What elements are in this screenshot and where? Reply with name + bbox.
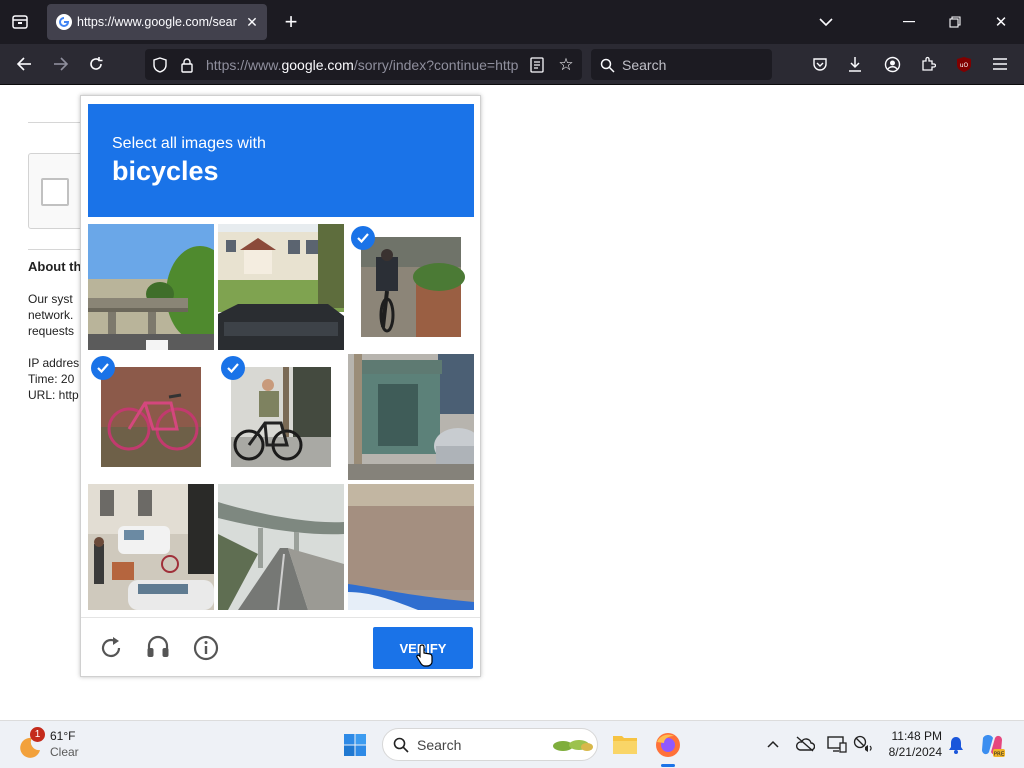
url-path: /sorry/index?continue=http bbox=[353, 57, 518, 73]
url-text[interactable]: https://www.google.com/sorry/index?conti… bbox=[206, 57, 518, 73]
notification-bell-icon[interactable] bbox=[946, 735, 966, 755]
search-placeholder: Search bbox=[622, 57, 667, 73]
ip-address-label: IP addres bbox=[28, 356, 80, 370]
tab-bar: https://www.google.com/sear ✕ + ✕ bbox=[0, 0, 1024, 44]
info-icon[interactable] bbox=[192, 634, 220, 662]
svg-text:uO: uO bbox=[960, 62, 969, 69]
tab-close-icon[interactable]: ✕ bbox=[243, 13, 261, 31]
recaptcha-checkbox[interactable] bbox=[41, 178, 69, 206]
bookmark-star-icon[interactable]: ☆ bbox=[555, 54, 577, 76]
recaptcha-challenge-dialog: Select all images with bicycles bbox=[80, 95, 481, 677]
clock-time: 11:48 PM bbox=[891, 729, 942, 743]
reload-icon[interactable] bbox=[84, 52, 108, 76]
tab-title: https://www.google.com/sear bbox=[77, 15, 237, 29]
weather-alert-badge: 1 bbox=[30, 727, 45, 742]
url-label: URL: http bbox=[28, 388, 79, 402]
image-tile-5[interactable] bbox=[218, 354, 344, 480]
recaptcha-widget[interactable] bbox=[28, 153, 88, 229]
image-tile-7[interactable] bbox=[88, 484, 214, 610]
search-bar[interactable]: Search bbox=[591, 49, 772, 80]
clock-date: 8/21/2024 bbox=[888, 745, 942, 759]
search-highlight-image-icon bbox=[551, 735, 595, 755]
time-label: Time: 20 bbox=[28, 372, 75, 386]
clock[interactable]: 11:48 PM 8/21/2024 bbox=[880, 728, 942, 762]
challenge-header: Select all images with bicycles bbox=[88, 104, 474, 217]
image-tile-9[interactable] bbox=[348, 484, 474, 610]
body-line-3: requests bbox=[28, 324, 75, 338]
show-hidden-icons-chevron-icon[interactable] bbox=[764, 735, 782, 753]
weather-widget[interactable]: 1 61°F Clear bbox=[14, 726, 104, 764]
body-line-2: network. bbox=[28, 308, 74, 322]
reader-view-icon[interactable] bbox=[527, 55, 547, 75]
image-tile-4[interactable] bbox=[88, 354, 214, 480]
display-settings-icon[interactable] bbox=[826, 734, 848, 754]
account-icon[interactable] bbox=[880, 52, 904, 76]
challenge-instruction: Select all images with bbox=[112, 135, 266, 152]
firefox-active-indicator bbox=[661, 764, 675, 767]
mid-divider bbox=[28, 249, 88, 250]
back-icon[interactable] bbox=[12, 52, 36, 76]
url-domain: google.com bbox=[281, 57, 354, 73]
url-prefix: https://www. bbox=[206, 57, 282, 73]
tile-3-selected-check-icon bbox=[351, 226, 375, 250]
tile-4-selected-check-icon bbox=[91, 356, 115, 380]
new-tab-icon[interactable]: + bbox=[279, 9, 303, 34]
restore-icon[interactable] bbox=[943, 10, 967, 34]
start-button[interactable] bbox=[343, 733, 367, 757]
tab-list-icon[interactable] bbox=[8, 10, 32, 34]
downloads-icon[interactable] bbox=[843, 52, 867, 76]
taskbar-search-label: Search bbox=[417, 737, 462, 753]
top-divider bbox=[28, 122, 88, 123]
search-icon bbox=[598, 56, 616, 74]
challenge-target: bicycles bbox=[112, 156, 219, 186]
body-line-1: Our syst bbox=[28, 292, 73, 306]
taskbar-search-box[interactable]: Search bbox=[382, 728, 598, 761]
reload-challenge-icon[interactable] bbox=[97, 634, 125, 662]
windows-taskbar: 1 61°F Clear Search 11:48 PM 8/21/2024 P… bbox=[0, 720, 1024, 768]
image-tile-1[interactable] bbox=[88, 224, 214, 350]
challenge-footer-divider bbox=[81, 617, 480, 618]
onedrive-offline-icon[interactable] bbox=[794, 734, 816, 754]
copilot-icon[interactable]: PRE bbox=[979, 732, 1005, 758]
image-tile-3[interactable] bbox=[348, 224, 474, 350]
network-volume-icon[interactable] bbox=[852, 734, 874, 754]
about-heading: About th bbox=[28, 259, 82, 274]
weather-description: Clear bbox=[50, 745, 79, 759]
image-tile-6[interactable] bbox=[348, 354, 474, 480]
tile-5-selected-check-icon bbox=[221, 356, 245, 380]
forward-icon[interactable] bbox=[49, 52, 73, 76]
url-bar[interactable]: https://www.google.com/sorry/index?conti… bbox=[145, 49, 582, 80]
extensions-icon[interactable] bbox=[916, 52, 940, 76]
menu-hamburger-icon[interactable] bbox=[988, 52, 1012, 76]
audio-challenge-icon[interactable] bbox=[144, 633, 172, 661]
pocket-icon[interactable] bbox=[808, 52, 832, 76]
navigation-toolbar: https://www.google.com/sorry/index?conti… bbox=[0, 44, 1024, 85]
file-explorer-icon[interactable] bbox=[612, 732, 638, 758]
taskbar-search-icon bbox=[392, 736, 410, 754]
browser-tab[interactable]: https://www.google.com/sear ✕ bbox=[47, 4, 267, 40]
image-tile-8[interactable] bbox=[218, 484, 344, 610]
tracking-protection-icon[interactable] bbox=[150, 55, 170, 75]
minimize-icon[interactable] bbox=[897, 10, 921, 34]
lock-icon[interactable] bbox=[177, 55, 197, 75]
ublock-origin-icon[interactable]: uO bbox=[952, 52, 976, 76]
close-window-icon[interactable]: ✕ bbox=[989, 10, 1013, 34]
image-tile-2[interactable] bbox=[218, 224, 344, 350]
mouse-cursor-icon bbox=[415, 642, 435, 668]
list-all-tabs-icon[interactable] bbox=[814, 10, 838, 34]
google-favicon-icon bbox=[55, 13, 73, 31]
firefox-taskbar-icon[interactable] bbox=[654, 731, 682, 759]
weather-temperature: 61°F bbox=[50, 729, 76, 743]
svg-text:PRE: PRE bbox=[994, 752, 1005, 758]
